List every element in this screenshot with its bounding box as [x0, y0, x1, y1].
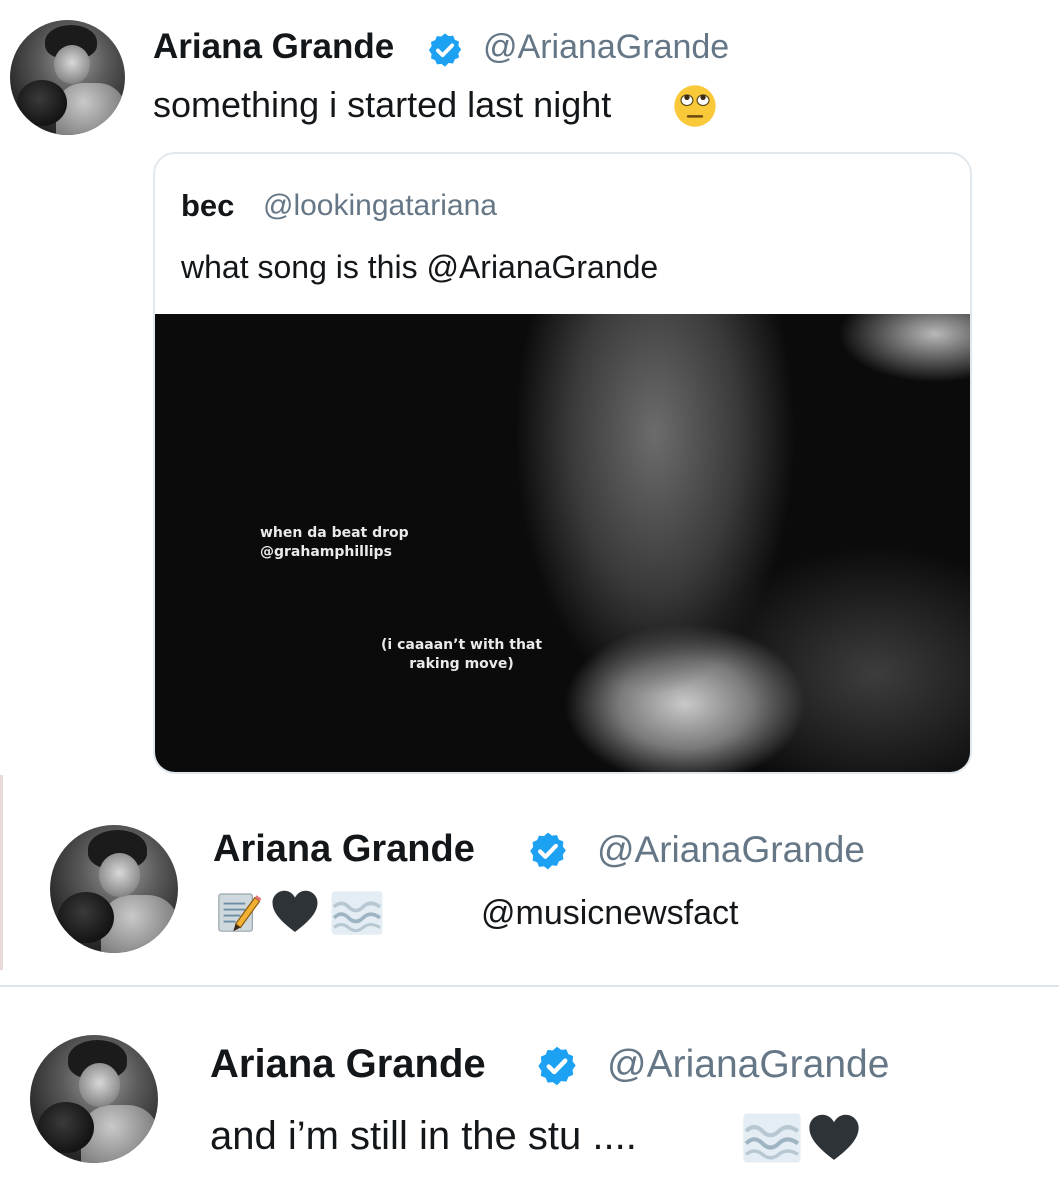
video-caption-line: @grahamphillips	[260, 544, 392, 560]
verified-badge-icon	[538, 1046, 576, 1086]
author-name[interactable]: Ariana Grande	[153, 27, 394, 67]
avatar[interactable]	[50, 825, 178, 953]
divider	[0, 985, 1059, 987]
quoted-tweet-text: what song is this @ArianaGrande	[181, 249, 659, 285]
avatar[interactable]	[30, 1035, 158, 1163]
tweet-text: something i started last night	[153, 84, 612, 125]
video-caption-line: when da beat drop	[260, 525, 409, 541]
verified-badge-icon	[428, 33, 462, 67]
face-with-rolling-eyes-emoji	[674, 85, 716, 127]
video-caption-line: (i caaaan’t with that	[381, 637, 543, 653]
author-handle[interactable]: @ArianaGrande	[597, 829, 865, 871]
quoted-tweet-video[interactable]: when da beat drop @grahamphillips (i caa…	[155, 314, 970, 772]
video-caption: (i caaaan’t with that raking move)	[381, 636, 542, 674]
video-caption: when da beat drop @grahamphillips	[260, 524, 409, 562]
quoted-author-handle[interactable]: @lookingatariana	[263, 189, 497, 223]
video-caption-line: raking move)	[409, 656, 514, 672]
quoted-tweet-card[interactable]: bec @lookingatariana what song is this @…	[153, 152, 972, 774]
author-name[interactable]: Ariana Grande	[210, 1042, 486, 1087]
watermark: @musicnewsfact	[481, 894, 739, 932]
avatar[interactable]	[10, 20, 125, 135]
black-heart-emoji	[809, 1114, 859, 1160]
quoted-author-name[interactable]: bec	[181, 188, 234, 224]
water-wave-emoji	[743, 1113, 801, 1163]
verified-badge-icon	[530, 832, 566, 870]
memo-emoji	[218, 893, 262, 932]
author-handle[interactable]: @ArianaGrande	[607, 1043, 889, 1087]
black-heart-emoji	[272, 890, 318, 932]
author-name[interactable]: Ariana Grande	[213, 828, 475, 871]
author-handle[interactable]: @ArianaGrande	[483, 28, 729, 67]
tweet-text: and i’m still in the stu ....	[210, 1114, 637, 1158]
divider-left	[0, 775, 3, 970]
water-wave-emoji	[331, 891, 383, 935]
